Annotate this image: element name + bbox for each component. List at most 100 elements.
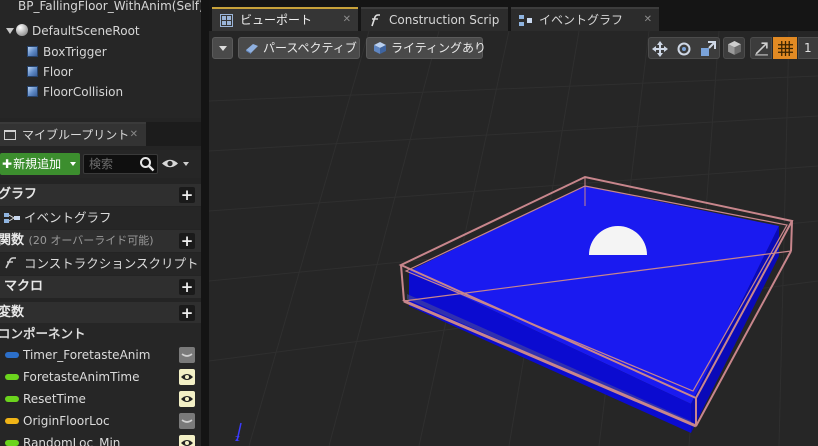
scene-root-label: DefaultSceneRoot [32,24,140,38]
variable-item[interactable]: ForetasteAnimTime [0,366,201,388]
viewport-icon [220,14,233,27]
expand-arrow-icon[interactable] [6,28,14,34]
lit-cube-icon [374,42,386,54]
eye-open-icon[interactable] [179,435,195,446]
panel-splitter[interactable] [201,0,209,446]
move-icon[interactable] [652,41,668,57]
my-blueprint-toolbar: ✚新規追加 [0,150,201,178]
eye-open-icon[interactable] [179,391,195,407]
tab-event-graph-label: イベントグラフ [539,13,624,27]
close-icon[interactable]: ✕ [130,124,138,146]
close-icon[interactable]: ✕ [343,9,351,31]
eye-closed-icon[interactable] [179,413,195,429]
viewport[interactable]: z パースペクティブ ライティングあり 1 [209,31,818,446]
floor-mesh[interactable] [407,186,779,433]
section-macros-label: マクロ [4,279,44,294]
tab-my-blueprint[interactable]: マイブループリント ✕ [0,122,146,146]
editor-tabstrip: ビューポート ✕ Construction Scrip イベントグラフ ✕ [209,0,818,31]
section-functions-note: (20 オーバーライド可能) [28,234,154,247]
world-local-toggle[interactable] [723,37,745,59]
add-graph-button[interactable]: + [179,187,195,203]
variable-item[interactable]: Timer_ForetasteAnim [0,344,201,366]
scale-icon[interactable] [700,41,716,57]
cube-icon [27,46,38,57]
component-label: BoxTrigger [43,45,107,59]
tab-construction-script-label: Construction Scrip [389,13,500,27]
component-item-boxtrigger[interactable]: BoxTrigger [27,42,107,62]
scene-root-item[interactable]: DefaultSceneRoot [6,21,140,41]
viewport-options-button[interactable] [212,37,233,59]
cube-icon [27,66,38,77]
graph-icon [4,213,20,223]
eye-closed-icon[interactable] [179,347,195,363]
variable-item[interactable]: ResetTime [0,388,201,410]
grid-size-value: 1 [804,41,812,55]
cube-icon [728,41,741,55]
function-icon [5,257,16,269]
my-blueprint-tabbar: マイブループリント ✕ [0,122,201,146]
chevron-down-icon[interactable] [183,162,189,166]
component-label: Floor [43,65,73,79]
component-item-floor[interactable]: Floor [27,62,73,82]
hierarchy-root[interactable]: BP_FallingFloor_WithAnim(Self) [4,0,204,16]
lighting-mode-label: ライティングあり [391,41,487,55]
section-graph-label: グラフ [0,187,38,202]
snap-icon [755,42,768,56]
perspective-label: パースペクティブ [263,41,357,55]
variable-name: Timer_ForetasteAnim [23,348,151,362]
viewport-scene[interactable]: z [209,31,818,446]
variable-name: ForetasteAnimTime [23,370,140,384]
component-label: FloorCollision [43,85,124,99]
grid-snap-toggle[interactable] [773,37,797,59]
section-functions-label: 関数 [0,233,25,248]
scene-root-icon [16,24,28,36]
perspective-icon [246,44,258,54]
add-macro-button[interactable]: + [179,279,195,295]
graph-item-event-graph[interactable]: イベントグラフ [0,207,201,229]
variable-name: RandomLoc_Min [23,436,121,446]
variable-name: ResetTime [23,392,86,406]
grid-icon [778,41,793,56]
function-item-label: コンストラクションスクリプト [24,256,199,271]
component-hierarchy: BP_FallingFloor_WithAnim(Self) DefaultSc… [0,0,204,118]
section-variables[interactable]: 変数 + [0,302,201,324]
surface-snap-toggle[interactable] [750,37,772,59]
close-icon[interactable]: ✕ [644,9,652,31]
search-icon[interactable] [139,156,155,172]
section-graph[interactable]: グラフ + [0,184,201,206]
tab-my-blueprint-label: マイブループリント [22,128,130,142]
lighting-mode-button[interactable]: ライティングあり [366,37,487,59]
variable-item[interactable]: RandomLoc_Min [0,432,201,446]
variables-subcategory[interactable]: コンポーネント [0,323,201,345]
tab-viewport[interactable]: ビューポート ✕ [212,7,358,31]
perspective-button[interactable]: パースペクティブ [238,37,360,59]
plus-icon: ✚ [2,157,13,171]
section-variables-label: 変数 [0,305,25,320]
section-functions[interactable]: 関数 (20 オーバーライド可能) + [0,230,201,252]
tab-construction-script[interactable]: Construction Scrip [361,7,508,31]
add-variable-button[interactable]: + [179,305,195,321]
variable-type-icon [5,440,19,446]
rotate-icon[interactable] [676,41,692,57]
eye-open-icon[interactable] [179,369,195,385]
chevron-down-icon [70,162,76,166]
component-item-floorcollision[interactable]: FloorCollision [27,82,123,102]
eye-icon[interactable] [161,158,179,169]
add-function-button[interactable]: + [179,233,195,249]
variable-item[interactable]: OriginFloorLoc [0,410,201,432]
variable-name: OriginFloorLoc [23,414,110,428]
tab-event-graph[interactable]: イベントグラフ ✕ [511,7,659,31]
add-new-label: 新規追加 [13,157,62,171]
variable-type-icon [5,418,19,424]
chevron-down-icon [219,46,227,51]
section-macros[interactable]: マクロ + [0,276,201,298]
hierarchy-root-label: BP_FallingFloor_WithAnim(Self) [18,0,204,13]
add-new-button[interactable]: ✚新規追加 [0,153,80,175]
grid-size-dropdown[interactable]: 1 [798,37,818,59]
graph-item-label: イベントグラフ [24,210,112,225]
transform-tools [648,37,720,59]
svg-text:z: z [235,434,240,444]
cube-icon [27,86,38,97]
function-item-construction-script[interactable]: コンストラクションスクリプト [0,253,201,275]
axis-gizmo: z [235,422,242,444]
